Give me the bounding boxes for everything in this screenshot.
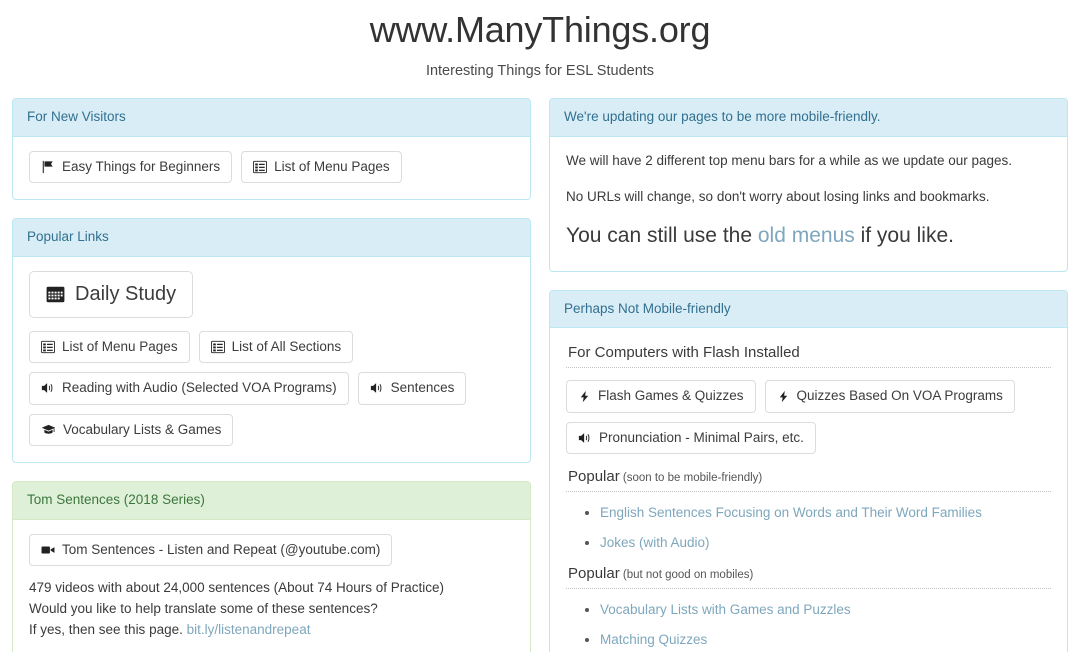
popular-links-row-3: Reading with Audio (Selected VOA Program… — [29, 372, 514, 405]
panel-body-tom-sentences: Tom Sentences - Listen and Repeat (@yout… — [13, 520, 530, 652]
button-label: Flash Games & Quizzes — [598, 388, 744, 404]
button-label: List of All Sections — [231, 339, 342, 355]
list-of-all-sections-button[interactable]: List of All Sections — [198, 331, 354, 364]
popular-soon-list: English Sentences Focusing on Words and … — [566, 504, 1051, 552]
button-label: Quizzes Based On VOA Programs — [796, 388, 1003, 404]
mobile-notice-para-2: No URLs will change, so don't worry abou… — [566, 188, 990, 204]
tom-line-3: If yes, then see this page. bit.ly/liste… — [29, 620, 514, 641]
popular-not-good-list: Vocabulary Lists with Games and Puzzles … — [566, 601, 1051, 652]
list-alt-icon — [41, 340, 55, 354]
sentences-button[interactable]: Sentences — [357, 372, 467, 405]
mobile-notice-para-1: We will have 2 different top menu bars f… — [566, 153, 1013, 169]
listenandrepeat-link[interactable]: bit.ly/listenandrepeat — [187, 622, 311, 637]
button-label: Daily Study — [75, 283, 177, 306]
bolt-icon — [578, 390, 591, 403]
vocabulary-lists-and-games-button[interactable]: Vocabulary Lists & Games — [29, 413, 234, 446]
english-sentences-word-families-link[interactable]: English Sentences Focusing on Words and … — [600, 505, 982, 520]
video-camera-icon — [41, 543, 55, 557]
matching-quizzes-link[interactable]: Matching Quizzes — [600, 632, 707, 647]
list-alt-icon — [253, 160, 268, 174]
button-label: Vocabulary Lists & Games — [63, 421, 222, 437]
panel-mobile-notice: We're updating our pages to be more mobi… — [549, 98, 1068, 272]
tom-line-3-prefix: If yes, then see this page. — [29, 621, 183, 637]
popular-soon-heading: Popular (soon to be mobile-friendly) — [566, 468, 1051, 492]
popular-soon-sub: (soon to be mobile-friendly) — [619, 471, 763, 484]
popular-not-good-title: Popular — [568, 564, 620, 582]
volume-up-icon — [41, 381, 55, 395]
tom-sentences-button-row: Tom Sentences - Listen and Repeat (@yout… — [29, 533, 514, 566]
list-item: Vocabulary Lists with Games and Puzzles — [600, 601, 1051, 619]
panel-body-mobile-notice: We will have 2 different top menu bars f… — [550, 137, 1067, 270]
popular-soon-title: Popular — [568, 467, 620, 485]
button-label: List of Menu Pages — [62, 339, 178, 355]
daily-study-button[interactable]: Daily Study — [29, 271, 194, 319]
new-visitors-button-row: Easy Things for Beginners List of Menu P… — [29, 151, 514, 184]
page-root: www.ManyThings.org Interesting Things fo… — [0, 0, 1080, 652]
right-column: We're updating our pages to be more mobi… — [549, 98, 1068, 652]
volume-up-icon — [370, 381, 384, 395]
list-of-menu-pages-button[interactable]: List of Menu Pages — [241, 151, 402, 184]
button-label: Reading with Audio (Selected VOA Program… — [62, 380, 337, 396]
panel-body-new-visitors: Easy Things for Beginners List of Menu P… — [13, 137, 530, 199]
flash-section-title: For Computers with Flash Installed — [566, 344, 1051, 369]
popular-not-good-heading: Popular (but not good on mobiles) — [566, 565, 1051, 589]
left-column: For New Visitors Easy Things for Beginne… — [12, 98, 531, 652]
volume-up-icon — [578, 431, 592, 445]
panel-heading-tom-sentences: Tom Sentences (2018 Series) — [13, 481, 530, 520]
panel-popular-links: Popular Links Daily Study List of Menu P… — [12, 218, 531, 463]
button-label: Sentences — [390, 380, 455, 396]
button-label: Tom Sentences - Listen and Repeat (@yout… — [62, 541, 381, 557]
panel-for-new-visitors: For New Visitors Easy Things for Beginne… — [12, 98, 531, 201]
graduation-cap-icon — [41, 422, 56, 437]
popular-links-row-2: List of Menu Pages List of All Sections — [29, 331, 514, 364]
list-item: Jokes (with Audio) — [600, 534, 1051, 552]
jokes-with-audio-link[interactable]: Jokes (with Audio) — [600, 535, 710, 550]
tom-sentences-youtube-button[interactable]: Tom Sentences - Listen and Repeat (@yout… — [29, 533, 393, 566]
calendar-icon — [46, 285, 65, 304]
panel-tom-sentences: Tom Sentences (2018 Series) Tom Sentence… — [12, 480, 531, 652]
old-menus-sentence: You can still use the old menus if you l… — [566, 222, 1051, 250]
tom-line-1: 479 videos with about 24,000 sentences (… — [29, 579, 444, 595]
easy-things-for-beginners-button[interactable]: Easy Things for Beginners — [29, 151, 233, 184]
button-label: Pronunciation - Minimal Pairs, etc. — [599, 429, 804, 445]
old-menus-link[interactable]: old menus — [758, 224, 855, 247]
tom-line-2: Would you like to help translate some of… — [29, 600, 378, 616]
main-columns: For New Visitors Easy Things for Beginne… — [0, 79, 1080, 652]
popular-not-good-sub: (but not good on mobiles) — [619, 568, 754, 581]
panel-body-popular-links: Daily Study List of Menu Pages List of A… — [13, 257, 530, 462]
list-item: English Sentences Focusing on Words and … — [600, 504, 1051, 522]
panel-not-mobile-friendly: Perhaps Not Mobile-friendly For Computer… — [549, 289, 1068, 652]
page-title: www.ManyThings.org — [369, 9, 711, 50]
list-of-menu-pages-button-2[interactable]: List of Menu Pages — [29, 331, 190, 364]
button-label: Easy Things for Beginners — [62, 159, 221, 175]
flash-buttons-row-2: Pronunciation - Minimal Pairs, etc. — [566, 421, 1051, 454]
button-label: List of Menu Pages — [274, 159, 390, 175]
bolt-icon — [777, 390, 790, 403]
panel-heading-new-visitors: For New Visitors — [13, 99, 530, 138]
pronunciation-minimal-pairs-button[interactable]: Pronunciation - Minimal Pairs, etc. — [566, 421, 816, 454]
flash-buttons-row-1: Flash Games & Quizzes Quizzes Based On V… — [566, 380, 1051, 413]
panel-heading-popular-links: Popular Links — [13, 219, 530, 258]
old-menus-suffix: if you like. — [854, 224, 954, 248]
tom-sentences-description: 479 videos with about 24,000 sentences (… — [29, 578, 514, 641]
reading-with-audio-button[interactable]: Reading with Audio (Selected VOA Program… — [29, 372, 349, 405]
popular-links-row-4: Vocabulary Lists & Games — [29, 413, 514, 446]
daily-study-row: Daily Study — [29, 271, 514, 319]
page-subtitle: Interesting Things for ESL Students — [425, 63, 655, 80]
quizzes-based-on-voa-programs-button[interactable]: Quizzes Based On VOA Programs — [764, 380, 1015, 413]
list-item: Matching Quizzes — [600, 631, 1051, 649]
vocabulary-lists-games-puzzles-link[interactable]: Vocabulary Lists with Games and Puzzles — [600, 602, 851, 617]
list-alt-icon — [210, 340, 225, 354]
old-menus-prefix: You can still use the — [566, 224, 758, 248]
site-header: www.ManyThings.org Interesting Things fo… — [0, 0, 1080, 79]
panel-heading-not-mobile-friendly: Perhaps Not Mobile-friendly — [550, 290, 1067, 329]
flag-icon — [41, 160, 55, 174]
flash-games-and-quizzes-button[interactable]: Flash Games & Quizzes — [566, 380, 756, 413]
panel-body-not-mobile-friendly: For Computers with Flash Installed Flash… — [550, 328, 1067, 652]
panel-heading-mobile-notice: We're updating our pages to be more mobi… — [550, 99, 1067, 138]
